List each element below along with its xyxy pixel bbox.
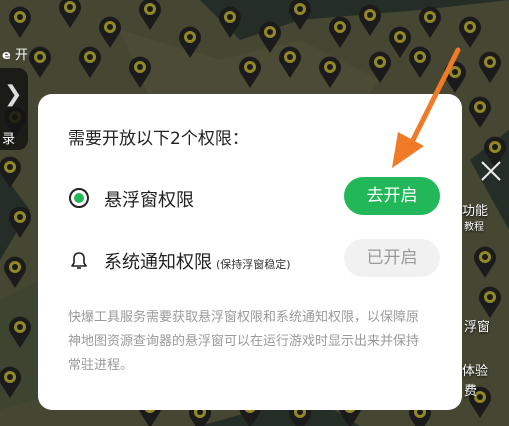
permission-label: 系统通知权限 (保持浮窗稳定)	[104, 248, 291, 274]
side-left-label-2: 录	[2, 132, 16, 147]
permission-row-overlay: 悬浮窗权限 去开启	[68, 177, 440, 217]
side-right-label-trial[interactable]: 体验	[462, 360, 488, 379]
annotation-arrow-icon	[392, 47, 461, 168]
radio-icon	[69, 188, 89, 208]
dialog-title: 需要开放以下2个权限：	[68, 129, 249, 149]
chevron-left-icon[interactable]: ❯	[4, 84, 22, 106]
side-right-label-function[interactable]: 功能	[462, 200, 488, 219]
notification-enabled-button: 已开启	[344, 239, 440, 277]
enable-overlay-button[interactable]: 去开启	[344, 177, 440, 215]
side-right-label-tutorial: 教程	[464, 222, 484, 233]
close-icon[interactable]	[478, 158, 504, 184]
side-right-label-float[interactable]: 浮窗	[464, 316, 490, 335]
side-right-label-fee: 费	[464, 384, 478, 399]
permission-row-notification: 系统通知权限 (保持浮窗稳定) 已开启	[68, 239, 440, 279]
permission-note: (保持浮窗稳定)	[216, 258, 291, 271]
dialog-description: 快爆工具服务需要获取悬浮窗权限和系统通知权限，以保障原神地图资源查询器的悬浮窗可…	[68, 310, 420, 373]
side-left-label: 𝗲 开	[2, 48, 28, 63]
bell-icon	[71, 252, 87, 269]
permission-label: 悬浮窗权限	[104, 190, 194, 211]
permission-label-text: 系统通知权限	[104, 252, 212, 273]
